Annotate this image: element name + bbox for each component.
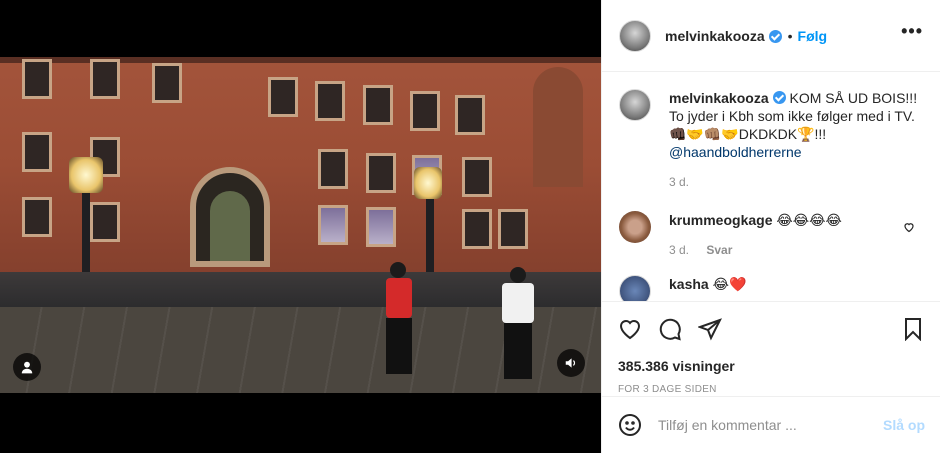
white-shirt bbox=[502, 283, 534, 323]
head bbox=[390, 262, 406, 278]
comment-composer: Slå op bbox=[602, 396, 940, 453]
person-white-shirt bbox=[496, 267, 540, 383]
commenter-avatar[interactable] bbox=[619, 211, 651, 243]
author-username[interactable]: melvinkakooza bbox=[665, 28, 765, 44]
comment-age[interactable]: 3 d. bbox=[669, 243, 689, 257]
comment-body: krummeogkage 😂😂😂😂 3 d. Svar bbox=[669, 211, 919, 257]
window bbox=[268, 77, 298, 117]
heart-icon[interactable] bbox=[903, 221, 915, 233]
caption-emoji-text: 👊🏿🤝👊🏽🤝DKDKDK🏆!!! bbox=[669, 126, 827, 142]
window bbox=[22, 59, 52, 99]
window bbox=[90, 59, 120, 99]
street-lamp bbox=[69, 157, 103, 193]
corner-tower bbox=[533, 67, 583, 187]
paper-plane-icon bbox=[698, 318, 722, 341]
comment-text: 😂❤️ bbox=[712, 276, 747, 292]
caption-text-block: melvinkakooza KOM SÅ UD BOIS!!! To jyder… bbox=[669, 89, 919, 161]
share-button[interactable] bbox=[698, 317, 722, 341]
caption-avatar[interactable] bbox=[619, 89, 651, 121]
window bbox=[363, 85, 393, 125]
window bbox=[366, 153, 396, 193]
window bbox=[22, 197, 52, 237]
caption-author[interactable]: melvinkakooza bbox=[669, 90, 769, 106]
separator-dot: • bbox=[787, 27, 793, 44]
commenter-avatar[interactable] bbox=[619, 275, 651, 301]
more-options-icon[interactable]: ••• bbox=[901, 22, 923, 40]
caption-mention[interactable]: @haandboldherrerne bbox=[669, 144, 802, 160]
reply-button[interactable]: Svar bbox=[706, 243, 732, 257]
comment-text: 😂😂😂😂 bbox=[776, 212, 842, 228]
comment-body: kasha 😂❤️ bbox=[669, 275, 919, 301]
user-icon bbox=[21, 361, 33, 374]
comment-text-block: kasha 😂❤️ bbox=[669, 275, 919, 293]
speaker-icon bbox=[565, 358, 576, 368]
comment-bubble-icon bbox=[659, 318, 681, 341]
window bbox=[152, 63, 182, 103]
window-lit bbox=[318, 205, 348, 245]
comment: krummeogkage 😂😂😂😂 3 d. Svar bbox=[619, 211, 925, 257]
red-shirt bbox=[386, 278, 412, 318]
caption: melvinkakooza KOM SÅ UD BOIS!!! To jyder… bbox=[619, 89, 925, 189]
comment-button[interactable] bbox=[658, 317, 682, 341]
window bbox=[462, 157, 492, 197]
street-lamp bbox=[414, 167, 442, 199]
video-frame[interactable] bbox=[0, 57, 601, 393]
window-lit bbox=[366, 207, 396, 247]
verified-badge-icon bbox=[768, 30, 782, 43]
post-comment-button[interactable]: Slå op bbox=[883, 417, 925, 433]
window bbox=[455, 95, 485, 135]
tagged-users-button[interactable] bbox=[13, 353, 41, 381]
head bbox=[510, 267, 526, 283]
window bbox=[22, 132, 52, 172]
post-actions: 385.386 visninger FOR 3 DAGE SIDEN bbox=[602, 301, 940, 395]
post-header: melvinkakooza • Følg ••• bbox=[602, 0, 940, 72]
verified-badge-icon bbox=[772, 91, 786, 104]
like-button[interactable] bbox=[618, 317, 642, 341]
comment-text-block: krummeogkage 😂😂😂😂 bbox=[669, 211, 919, 229]
follow-button[interactable]: Følg bbox=[798, 28, 828, 44]
comment: kasha 😂❤️ bbox=[619, 275, 925, 301]
window bbox=[318, 149, 348, 189]
comment-meta: 3 d. Svar bbox=[669, 243, 919, 257]
emoji-icon[interactable] bbox=[618, 413, 642, 437]
post-panel: melvinkakooza • Følg ••• melvinkakooza K… bbox=[601, 0, 940, 453]
window bbox=[410, 91, 440, 131]
comment-input[interactable] bbox=[658, 417, 868, 433]
window bbox=[498, 209, 528, 249]
entrance-arch bbox=[190, 167, 270, 267]
action-icons bbox=[618, 314, 925, 344]
caption-age[interactable]: 3 d. bbox=[669, 175, 689, 189]
heart-icon bbox=[619, 320, 641, 340]
caption-meta: 3 d. bbox=[669, 175, 919, 189]
pants bbox=[504, 323, 532, 379]
window bbox=[90, 202, 120, 242]
person-red-shirt bbox=[378, 262, 418, 380]
window bbox=[462, 209, 492, 249]
pants bbox=[386, 318, 412, 374]
comment-author[interactable]: kasha bbox=[669, 276, 709, 292]
window bbox=[315, 81, 345, 121]
post-timestamp[interactable]: FOR 3 DAGE SIDEN bbox=[618, 384, 925, 395]
caption-body: melvinkakooza KOM SÅ UD BOIS!!! To jyder… bbox=[669, 89, 919, 189]
author-avatar[interactable] bbox=[619, 19, 651, 52]
save-button[interactable] bbox=[901, 317, 925, 341]
view-count[interactable]: 385.386 visninger bbox=[618, 358, 925, 374]
comment-author[interactable]: krummeogkage bbox=[669, 212, 772, 228]
bookmark-icon bbox=[905, 318, 921, 341]
mute-button[interactable] bbox=[557, 349, 585, 377]
entrance-door bbox=[210, 191, 250, 261]
post-media[interactable] bbox=[0, 0, 601, 453]
comments-section[interactable]: melvinkakooza KOM SÅ UD BOIS!!! To jyder… bbox=[602, 73, 940, 301]
